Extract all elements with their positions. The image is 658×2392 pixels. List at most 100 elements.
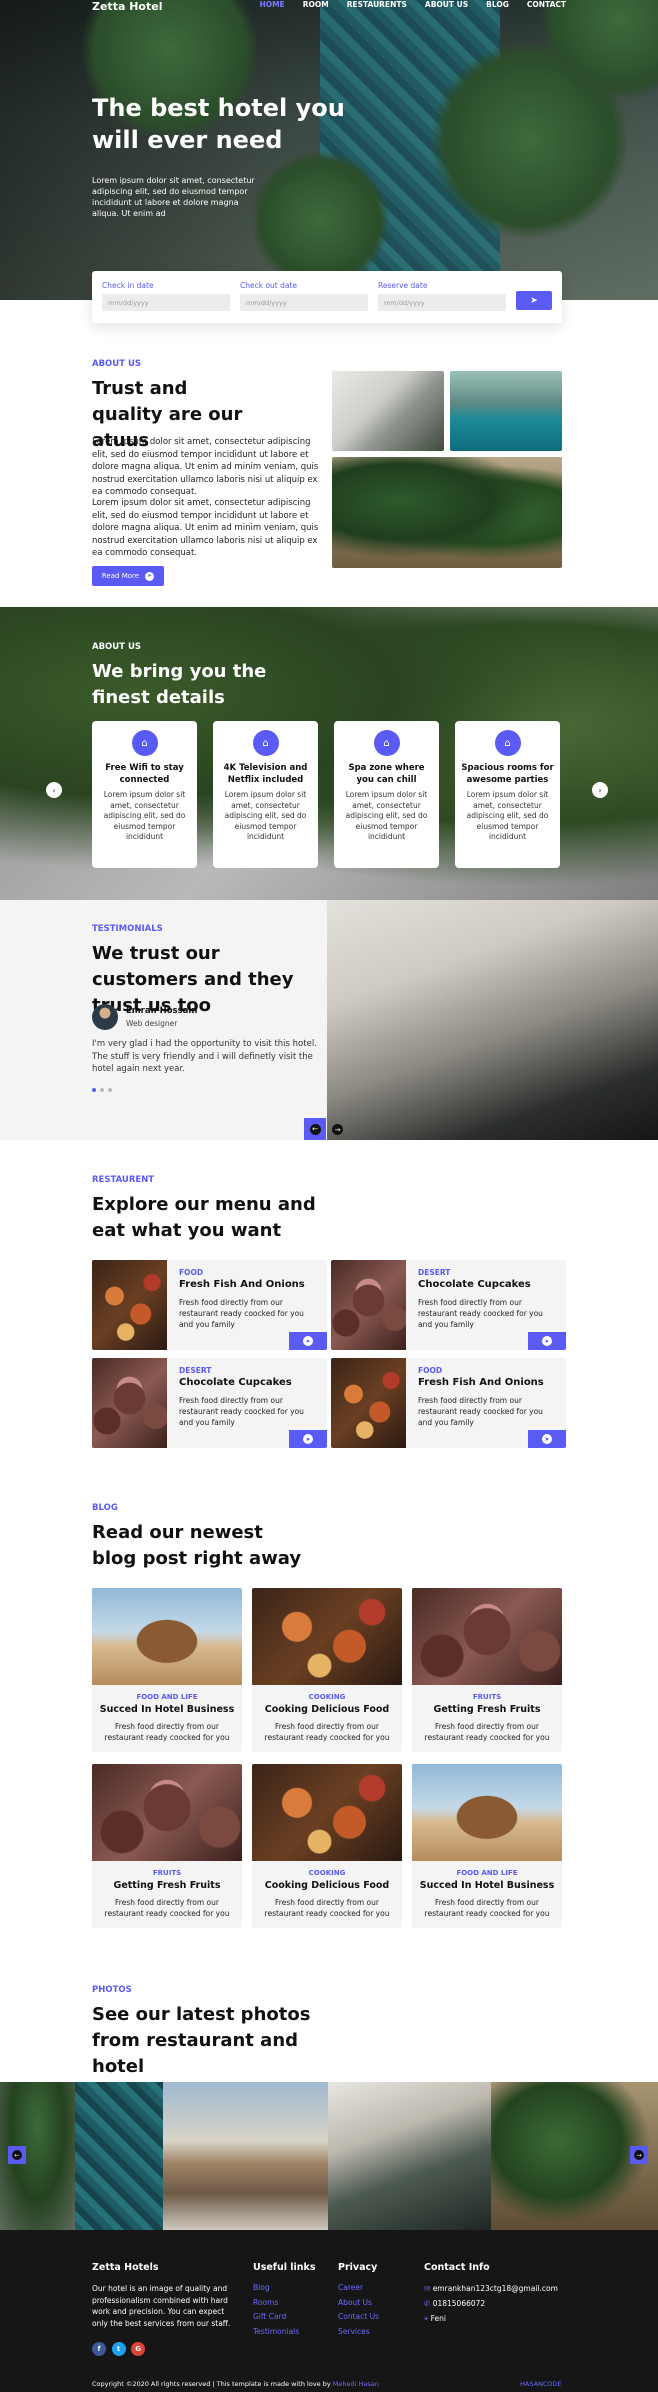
features-title: We bring you the finest details <box>92 661 267 708</box>
nav-room[interactable]: ROOM <box>303 0 329 9</box>
gallery-photo[interactable] <box>328 2082 491 2230</box>
blog-card[interactable]: FRUITS Getting Fresh Fruits Fresh food d… <box>412 1588 562 1752</box>
contact-phone[interactable]: 01815066072 <box>433 2299 486 2308</box>
blog-post-category: COOKING <box>308 1869 346 1877</box>
menu-title: Explore our menu and eat what you want <box>92 1194 316 1241</box>
nav-restaurents[interactable]: RESTAURENTS <box>347 0 407 9</box>
feature-card: ⌂ Free Wifi to stay connected Lorem ipsu… <box>92 721 197 868</box>
photos-title: See our latest photos from restaurant an… <box>92 2004 311 2077</box>
menu-card: DESERT Chocolate Cupcakes Fresh food dir… <box>331 1260 566 1350</box>
nav-about[interactable]: ABOUT US <box>425 0 468 9</box>
menu-item-desc: Fresh food directly from our restaurant … <box>179 1298 304 1329</box>
slide-dot-active[interactable] <box>92 1088 96 1092</box>
hero-palm-image <box>250 150 390 290</box>
blog-card[interactable]: FOOD AND LIFE Succed In Hotel Business F… <box>92 1588 242 1752</box>
menu-item-title: Chocolate Cupcakes <box>418 1279 531 1290</box>
features-next-button[interactable]: › <box>592 782 608 798</box>
phone-icon: ✆ <box>424 2299 431 2308</box>
chevron-left-icon: ‹ <box>52 785 56 795</box>
blog-post-title[interactable]: Succed In Hotel Business <box>412 1880 562 1891</box>
footer-link-testimonials[interactable]: Testimonials <box>253 2325 299 2340</box>
gallery-photo[interactable] <box>163 2082 328 2230</box>
send-icon: ➤ <box>530 295 538 306</box>
about-garden-photo <box>332 457 562 568</box>
nav-home[interactable]: HOME <box>259 0 284 9</box>
footer-link-gift-card[interactable]: Gift Card <box>253 2310 299 2325</box>
slide-dot[interactable] <box>108 1088 112 1092</box>
blog-post-photo <box>252 1588 402 1685</box>
blog-post-title[interactable]: Cooking Delicious Food <box>252 1704 402 1715</box>
reserve-input[interactable]: mm/dd/yyyy <box>378 294 506 311</box>
footer: Zetta Hotels Our hotel is an image of qu… <box>0 2230 658 2392</box>
blog-post-title[interactable]: Getting Fresh Fruits <box>92 1880 242 1891</box>
read-more-button[interactable]: Read More ➤ <box>92 566 164 586</box>
checkout-input[interactable]: mm/dd/yyyy <box>240 294 368 311</box>
blog-card[interactable]: COOKING Cooking Delicious Food Fresh foo… <box>252 1764 402 1928</box>
testimonial-next-button[interactable]: → <box>332 1124 343 1135</box>
menu-item-photo <box>92 1260 167 1350</box>
menu-item-open-button[interactable]: ➤ <box>289 1332 327 1350</box>
blog-post-desc: Fresh food directly from our restaurant … <box>104 1722 230 1742</box>
contact-email[interactable]: emrankhan123ctg18@gmail.com <box>433 2284 558 2293</box>
contact-heading: Contact Info <box>424 2262 490 2273</box>
privacy-links-list: Career About Us Contact Us Services <box>338 2281 379 2339</box>
menu-item-desc: Fresh food directly from our restaurant … <box>418 1396 543 1427</box>
menu-item-open-button[interactable]: ➤ <box>528 1332 566 1350</box>
feature-text: Lorem ipsum dolor sit amet, consectetur … <box>466 790 549 841</box>
blog-post-title[interactable]: Getting Fresh Fruits <box>412 1704 562 1715</box>
nav-blog[interactable]: BLOG <box>486 0 509 9</box>
twitter-icon[interactable]: t <box>111 2342 126 2356</box>
social-links: f t G <box>92 2342 148 2356</box>
google-icon[interactable]: G <box>131 2342 146 2356</box>
photo-gallery <box>0 2082 658 2230</box>
gallery-prev-button[interactable]: ← <box>8 2146 26 2164</box>
about-para-1: Lorem ipsum dolor sit amet, consectetur … <box>92 437 319 497</box>
blog-kicker: BLOG <box>92 1503 118 1513</box>
checkin-input[interactable]: mm/dd/yyyy <box>102 294 230 311</box>
facebook-icon[interactable]: f <box>92 2342 106 2356</box>
menu-item-open-button[interactable]: ➤ <box>528 1430 566 1448</box>
gallery-photo[interactable] <box>75 2082 163 2230</box>
footer-link-about-us[interactable]: About Us <box>338 2296 379 2311</box>
blog-card[interactable]: FRUITS Getting Fresh Fruits Fresh food d… <box>92 1764 242 1928</box>
booking-submit-button[interactable]: ➤ <box>516 291 552 310</box>
feature-title: Free Wifi to stay connected <box>105 763 184 785</box>
reserve-field: Reserve date mm/dd/yyyy <box>378 281 506 311</box>
testimonial-name: Emran Hossain <box>126 1006 198 1016</box>
author-link[interactable]: Mehedi Hasan <box>333 2380 379 2388</box>
blog-card[interactable]: FOOD AND LIFE Succed In Hotel Business F… <box>412 1764 562 1928</box>
booking-form: Check in date mm/dd/yyyy Check out date … <box>92 271 562 323</box>
nav-contact[interactable]: CONTACT <box>527 0 566 9</box>
blog-post-category: FRUITS <box>472 1693 502 1701</box>
features-prev-button[interactable]: ‹ <box>46 782 62 798</box>
blog-post-photo <box>412 1764 562 1861</box>
checkout-label: Check out date <box>240 281 298 290</box>
menu-item-title: Fresh Fish And Onions <box>418 1377 544 1388</box>
about-pool-photo <box>450 371 562 451</box>
blog-post-title[interactable]: Cooking Delicious Food <box>252 1880 402 1891</box>
footer-link-services[interactable]: Services <box>338 2325 379 2340</box>
gallery-next-button[interactable]: → <box>630 2146 648 2164</box>
menu-item-category: FOOD <box>179 1268 204 1277</box>
feature-text: Lorem ipsum dolor sit amet, consectetur … <box>345 790 428 841</box>
footer-link-career[interactable]: Career <box>338 2281 379 2296</box>
blog-post-desc: Fresh food directly from our restaurant … <box>264 1898 390 1918</box>
about-stairs-photo <box>332 371 444 451</box>
site-logo[interactable]: Zetta Hotel <box>92 0 162 13</box>
footer-link-rooms[interactable]: Rooms <box>253 2296 299 2311</box>
credit-link[interactable]: HASANCODE <box>520 2380 562 2388</box>
blog-post-desc: Fresh food directly from our restaurant … <box>424 1898 550 1918</box>
blog-card[interactable]: COOKING Cooking Delicious Food Fresh foo… <box>252 1588 402 1752</box>
testimonial-stairs-photo <box>327 900 658 1140</box>
footer-link-contact-us[interactable]: Contact Us <box>338 2310 379 2325</box>
menu-item-open-button[interactable]: ➤ <box>289 1430 327 1448</box>
feature-card: ⌂ Spacious rooms for awesome parties Lor… <box>455 721 560 868</box>
home-icon: ⌂ <box>373 730 400 756</box>
blog-post-title[interactable]: Succed In Hotel Business <box>92 1704 242 1715</box>
feature-card: ⌂ Spa zone where you can chill Lorem ips… <box>334 721 439 868</box>
testimonial-prev-button[interactable]: ← <box>304 1118 326 1140</box>
features-kicker: ABOUT US <box>92 642 141 652</box>
slide-dot[interactable] <box>100 1088 104 1092</box>
footer-link-blog[interactable]: Blog <box>253 2281 299 2296</box>
testimonials-title: We trust our customers and they trust us… <box>92 943 294 1016</box>
